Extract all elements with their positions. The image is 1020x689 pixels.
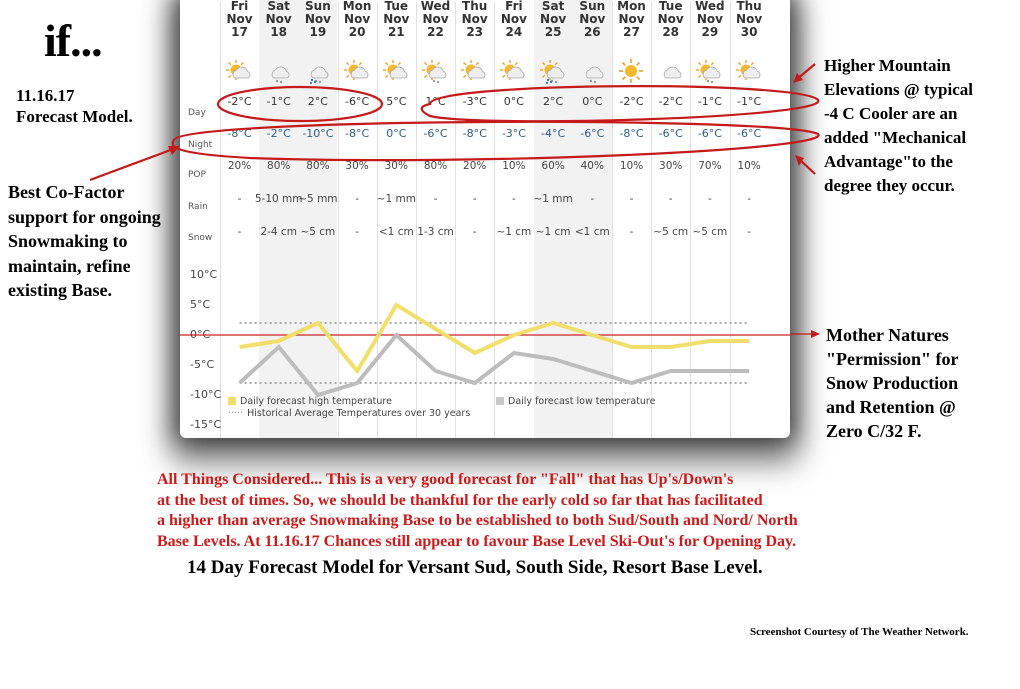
right-mid-line: and Retention @ [826,397,956,417]
summary-line: a higher than average Snowmaking Base to… [157,512,798,529]
right-mid-line: "Permission" for [826,349,959,369]
temperature-chart [180,302,790,398]
right-top-note: Higher Mountain Elevations @ typical -4 … [824,54,973,198]
date-note-line: Forecast Model. [16,107,133,126]
caption: 14 Day Forecast Model for Versant Sud, S… [187,557,763,578]
legend-hist-dots: ····· [228,408,244,419]
right-mid-line: Mother Natures [826,325,949,345]
left-note-line: existing Base. [8,280,113,300]
arrow-right-top [795,63,816,81]
arrowhead-right-bottom [795,155,804,166]
summary-line: Base Levels. At 11.16.17 Chances still a… [157,532,797,550]
arrowhead-zero-line [811,330,820,338]
right-mid-note: Mother Natures "Permission" for Snow Pro… [826,323,958,443]
summary-line: All Things Considered... This is a very … [157,471,734,488]
credit: Screenshot Courtesy of The Weather Netwo… [750,626,969,638]
date-note-line: 11.16.17 [16,86,75,105]
high-temperature-line [239,302,750,375]
summary-note: All Things Considered... This is a very … [157,470,798,552]
left-note-line: maintain, refine [8,255,131,276]
right-mid-line: Snow Production [826,373,959,393]
left-note-line: Snowmaking to [8,231,128,251]
legend-low: Daily forecast low temperature [496,396,655,407]
arrowhead-right-top [793,73,803,83]
right-top-line: Elevations @ typical [824,80,973,99]
right-top-line: -4 C Cooler are an [824,104,958,123]
summary-line: at the best of times. So, we should be t… [157,491,763,509]
right-top-line: Higher Mountain [824,56,951,75]
legend-high-swatch [228,397,236,405]
right-top-line: Advantage"to the [824,152,953,171]
legend-hist-label: Historical Average Temperatures over 30 … [247,408,471,419]
legend-low-swatch [496,397,504,405]
right-mid-line: Zero C/32 F. [826,421,922,441]
forecast-window: Day Night POP Rain Snow Fri Nov 17 -2°C … [180,0,790,438]
right-top-line: added "Mechanical [824,128,967,147]
legend-high: Daily forecast high temperature [228,396,392,407]
legend-hist: ····· Historical Average Temperatures ove… [228,408,470,419]
title-if: if... [44,15,103,66]
legend-high-label: Daily forecast high temperature [240,396,392,407]
arrow-left [89,146,177,182]
left-note-line: Best Co-Factor [8,182,125,202]
arrowhead-left [168,146,180,155]
date-note: 11.16.17 Forecast Model. [16,85,133,127]
left-note-line: support for ongoing [8,206,161,227]
left-note: Best Co-Factor support for ongoing Snowm… [8,180,161,303]
legend-low-label: Daily forecast low temperature [508,396,656,407]
arrow-right-bottom [797,157,816,175]
right-top-line: degree they occur. [824,176,955,195]
